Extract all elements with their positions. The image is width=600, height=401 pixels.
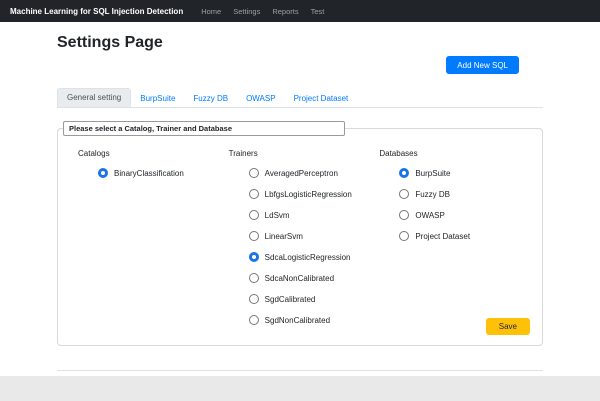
catalogs-header: Catalogs (78, 149, 110, 158)
radio-db-owasp[interactable] (399, 210, 410, 220)
radio-sgd-calibrated[interactable] (248, 294, 259, 304)
option-row: SdcaNonCalibrated (248, 273, 380, 283)
actions-row: Add New SQL (57, 56, 543, 74)
radio-db-project-dataset[interactable] (399, 231, 410, 241)
radio-db-burpsuite[interactable] (399, 168, 410, 178)
trainers-column: Trainers AveragedPerceptron LbfgsLogisti… (229, 149, 380, 336)
page-footer: © 2020 - MLFSQLIAD ASP.NET Application, … (57, 370, 543, 376)
option-row: AveragedPerceptron (248, 168, 380, 178)
option-label: BinaryClassification (114, 168, 184, 178)
option-label: LinearSvm (264, 231, 303, 241)
option-row: OWASP (399, 210, 530, 220)
option-label: AveragedPerceptron (264, 168, 338, 178)
trainers-header: Trainers (228, 149, 258, 158)
option-row: Project Dataset (399, 231, 530, 241)
option-row: BurpSuite (399, 168, 530, 178)
option-label: SgdNonCalibrated (264, 315, 331, 325)
page: Machine Learning for SQL Injection Detec… (0, 0, 600, 376)
option-label: Fuzzy DB (415, 189, 451, 199)
tab-project-dataset[interactable]: Project Dataset (285, 90, 358, 107)
catalogs-column: Catalogs BinaryClassification (70, 149, 229, 336)
add-new-sql-button[interactable]: Add New SQL (446, 56, 519, 74)
option-label: SgdCalibrated (264, 294, 316, 304)
option-label: LdSvm (264, 210, 290, 220)
tab-bar: General setting BurpSuite Fuzzy DB OWASP… (57, 88, 543, 108)
option-label: SdcaNonCalibrated (264, 273, 335, 283)
nav-item-home[interactable]: Home (201, 7, 221, 16)
option-row: BinaryClassification (98, 168, 229, 178)
radio-averaged-perceptron[interactable] (248, 168, 259, 178)
top-navbar: Machine Learning for SQL Injection Detec… (0, 0, 600, 22)
option-row: SgdCalibrated (248, 294, 380, 304)
tab-general-setting[interactable]: General setting (57, 88, 132, 107)
nav-item-settings[interactable]: Settings (233, 7, 260, 16)
tab-owasp[interactable]: OWASP (237, 90, 284, 107)
form-columns: Catalogs BinaryClassification Trainers A… (70, 149, 530, 336)
option-row: SgdNonCalibrated (248, 315, 380, 325)
option-row: LdSvm (248, 210, 380, 220)
settings-panel: Please select a Catalog, Trainer and Dat… (57, 121, 543, 346)
option-row: LinearSvm (248, 231, 380, 241)
nav-item-reports[interactable]: Reports (272, 7, 298, 16)
radio-sdca-logistic-regression[interactable] (248, 252, 259, 262)
page-title: Settings Page (57, 34, 163, 51)
databases-options: BurpSuite Fuzzy DB OWASP Project Dataset (379, 168, 530, 241)
radio-sgd-non-calibrated[interactable] (248, 315, 259, 325)
option-row: SdcaLogisticRegression (248, 252, 380, 262)
databases-column: Databases BurpSuite Fuzzy DB OWASP Proje… (379, 149, 530, 336)
radio-lbfgs-logistic-regression[interactable] (248, 189, 259, 199)
option-label: BurpSuite (415, 168, 451, 178)
radio-linearsvm[interactable] (248, 231, 259, 241)
radio-db-fuzzy-db[interactable] (399, 189, 410, 199)
option-label: LbfgsLogisticRegression (264, 189, 352, 199)
tab-fuzzy-db[interactable]: Fuzzy DB (184, 90, 237, 107)
content-container: Settings Page Add New SQL General settin… (57, 34, 543, 376)
option-row: Fuzzy DB (399, 189, 530, 199)
app-brand[interactable]: Machine Learning for SQL Injection Detec… (10, 7, 183, 16)
option-label: Project Dataset (415, 231, 471, 241)
option-label: SdcaLogisticRegression (264, 252, 351, 262)
radio-ldsvm[interactable] (248, 210, 259, 220)
form-legend: Please select a Catalog, Trainer and Dat… (63, 121, 345, 136)
save-button[interactable]: Save (485, 318, 530, 335)
radio-sdca-non-calibrated[interactable] (248, 273, 259, 283)
option-row: LbfgsLogisticRegression (248, 189, 380, 199)
nav-item-test[interactable]: Test (311, 7, 325, 16)
option-label: OWASP (415, 210, 445, 220)
databases-header: Databases (379, 149, 418, 158)
tab-burpsuite[interactable]: BurpSuite (131, 90, 184, 107)
radio-binary-classification[interactable] (98, 168, 108, 178)
catalogs-options: BinaryClassification (78, 168, 229, 178)
trainers-options: AveragedPerceptron LbfgsLogisticRegressi… (229, 168, 380, 325)
